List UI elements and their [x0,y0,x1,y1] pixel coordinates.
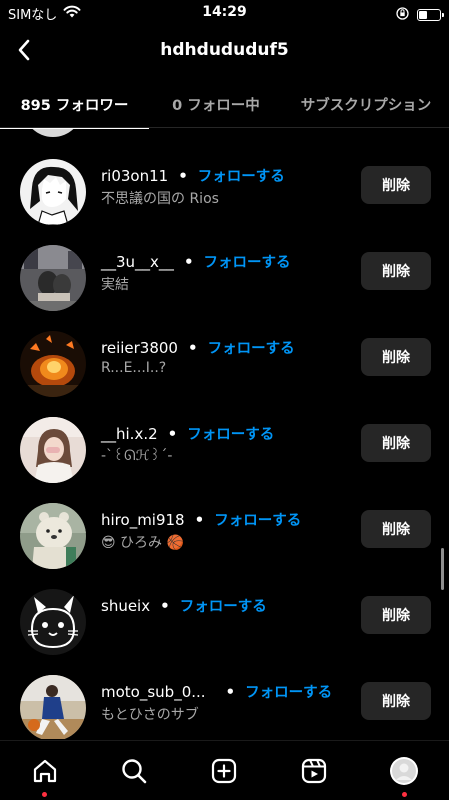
tab-following[interactable]: 0 フォロー中 [149,80,283,128]
display-name: もとひさのサブ [101,707,199,723]
tab-followers[interactable]: 895 フォロワー [0,80,149,129]
follow-button[interactable]: フォローする [180,595,267,616]
username[interactable]: moto_sub_0... [101,683,206,701]
orientation-lock-icon [396,5,409,24]
follow-button[interactable]: フォローする [204,251,291,272]
follow-button[interactable]: フォローする [198,165,285,186]
avatar[interactable] [20,589,86,655]
search-icon[interactable] [118,755,150,787]
separator-dot: • [225,682,236,701]
follow-button[interactable]: フォローする [187,423,274,444]
separator-dot: • [187,338,198,357]
profile-avatar-icon[interactable] [388,755,420,787]
user-line: ri03on11 • フォローする [101,165,285,186]
follower-row[interactable]: hiro_mi918 • フォローする 😎 ひろみ 🏀 削除 [0,495,449,581]
avatar[interactable] [20,417,86,483]
notification-dot [402,792,407,797]
avatar[interactable] [20,331,86,397]
username[interactable]: hiro_mi918 [101,511,185,529]
remove-button[interactable]: 削除 [361,596,431,634]
follow-button[interactable]: フォローする [214,509,301,530]
status-bar: SIMなし 14:29 [0,0,449,28]
user-line: __hi.x.2 • フォローする [101,423,274,444]
partial-avatar [23,129,83,137]
display-name: 実結 [101,277,129,293]
avatar[interactable] [20,675,86,739]
separator-dot: • [194,510,205,529]
separator-dot: • [178,166,188,185]
display-name: R...E...I..? [101,360,167,376]
follow-button[interactable]: フォローする [245,681,332,702]
follower-row[interactable]: reiier3800 • フォローする R...E...I..? 削除 [0,323,449,409]
username[interactable]: reiier3800 [101,339,178,357]
status-right [396,5,444,24]
display-name: -`꒰ᘏℋ꒱´- [101,448,173,464]
follower-row[interactable]: ri03on11 • フォローする 不思議の国の Rios 削除 [0,151,449,237]
home-icon[interactable] [29,755,61,787]
separator-dot: • [160,596,170,615]
user-line: __3u__x__ • フォローする [101,251,291,272]
user-line: reiier3800 • フォローする [101,337,295,358]
avatar[interactable] [20,503,86,569]
avatar[interactable] [20,245,86,311]
remove-button[interactable]: 削除 [361,166,431,204]
follower-row[interactable]: shueix • フォローする 削除 [0,581,449,667]
follow-button[interactable]: フォローする [208,337,295,358]
username[interactable]: ri03on11 [101,167,168,185]
header: hdhdududuf5 [0,28,449,72]
username[interactable]: __3u__x__ [101,253,174,271]
user-line: moto_sub_0... • フォローする [101,681,332,702]
user-line: shueix • フォローする [101,595,267,616]
remove-button[interactable]: 削除 [361,338,431,376]
display-name: 不思議の国の Rios [101,191,219,207]
tab-subscriptions[interactable]: サブスクリプション [283,80,449,128]
follower-row[interactable]: __hi.x.2 • フォローする -`꒰ᘏℋ꒱´- 削除 [0,409,449,495]
separator-dot: • [167,424,178,443]
create-icon[interactable] [208,755,240,787]
follower-list[interactable]: ri03on11 • フォローする 不思議の国の Rios 削除 __3u__x… [0,129,449,739]
remove-button[interactable]: 削除 [361,424,431,462]
reels-icon[interactable] [298,755,330,787]
avatar[interactable] [20,159,86,225]
tab-bar: 895 フォロワー 0 フォロー中 サブスクリプション [0,80,449,129]
bottom-nav [0,740,449,800]
scroll-indicator[interactable] [441,548,444,590]
remove-button[interactable]: 削除 [361,510,431,548]
follower-row[interactable]: __3u__x__ • フォローする 実結 削除 [0,237,449,323]
remove-button[interactable]: 削除 [361,252,431,290]
separator-dot: • [183,252,194,271]
user-line: hiro_mi918 • フォローする [101,509,301,530]
remove-button[interactable]: 削除 [361,682,431,720]
page-title: hdhdududuf5 [160,40,289,60]
notification-dot [42,792,47,797]
display-name: 😎 ひろみ 🏀 [101,535,184,551]
follower-row[interactable]: moto_sub_0... • フォローする もとひさのサブ 削除 [0,667,449,739]
battery-icon [417,8,444,21]
username[interactable]: shueix [101,597,150,615]
username[interactable]: __hi.x.2 [101,425,158,443]
status-time: 14:29 [202,4,247,20]
